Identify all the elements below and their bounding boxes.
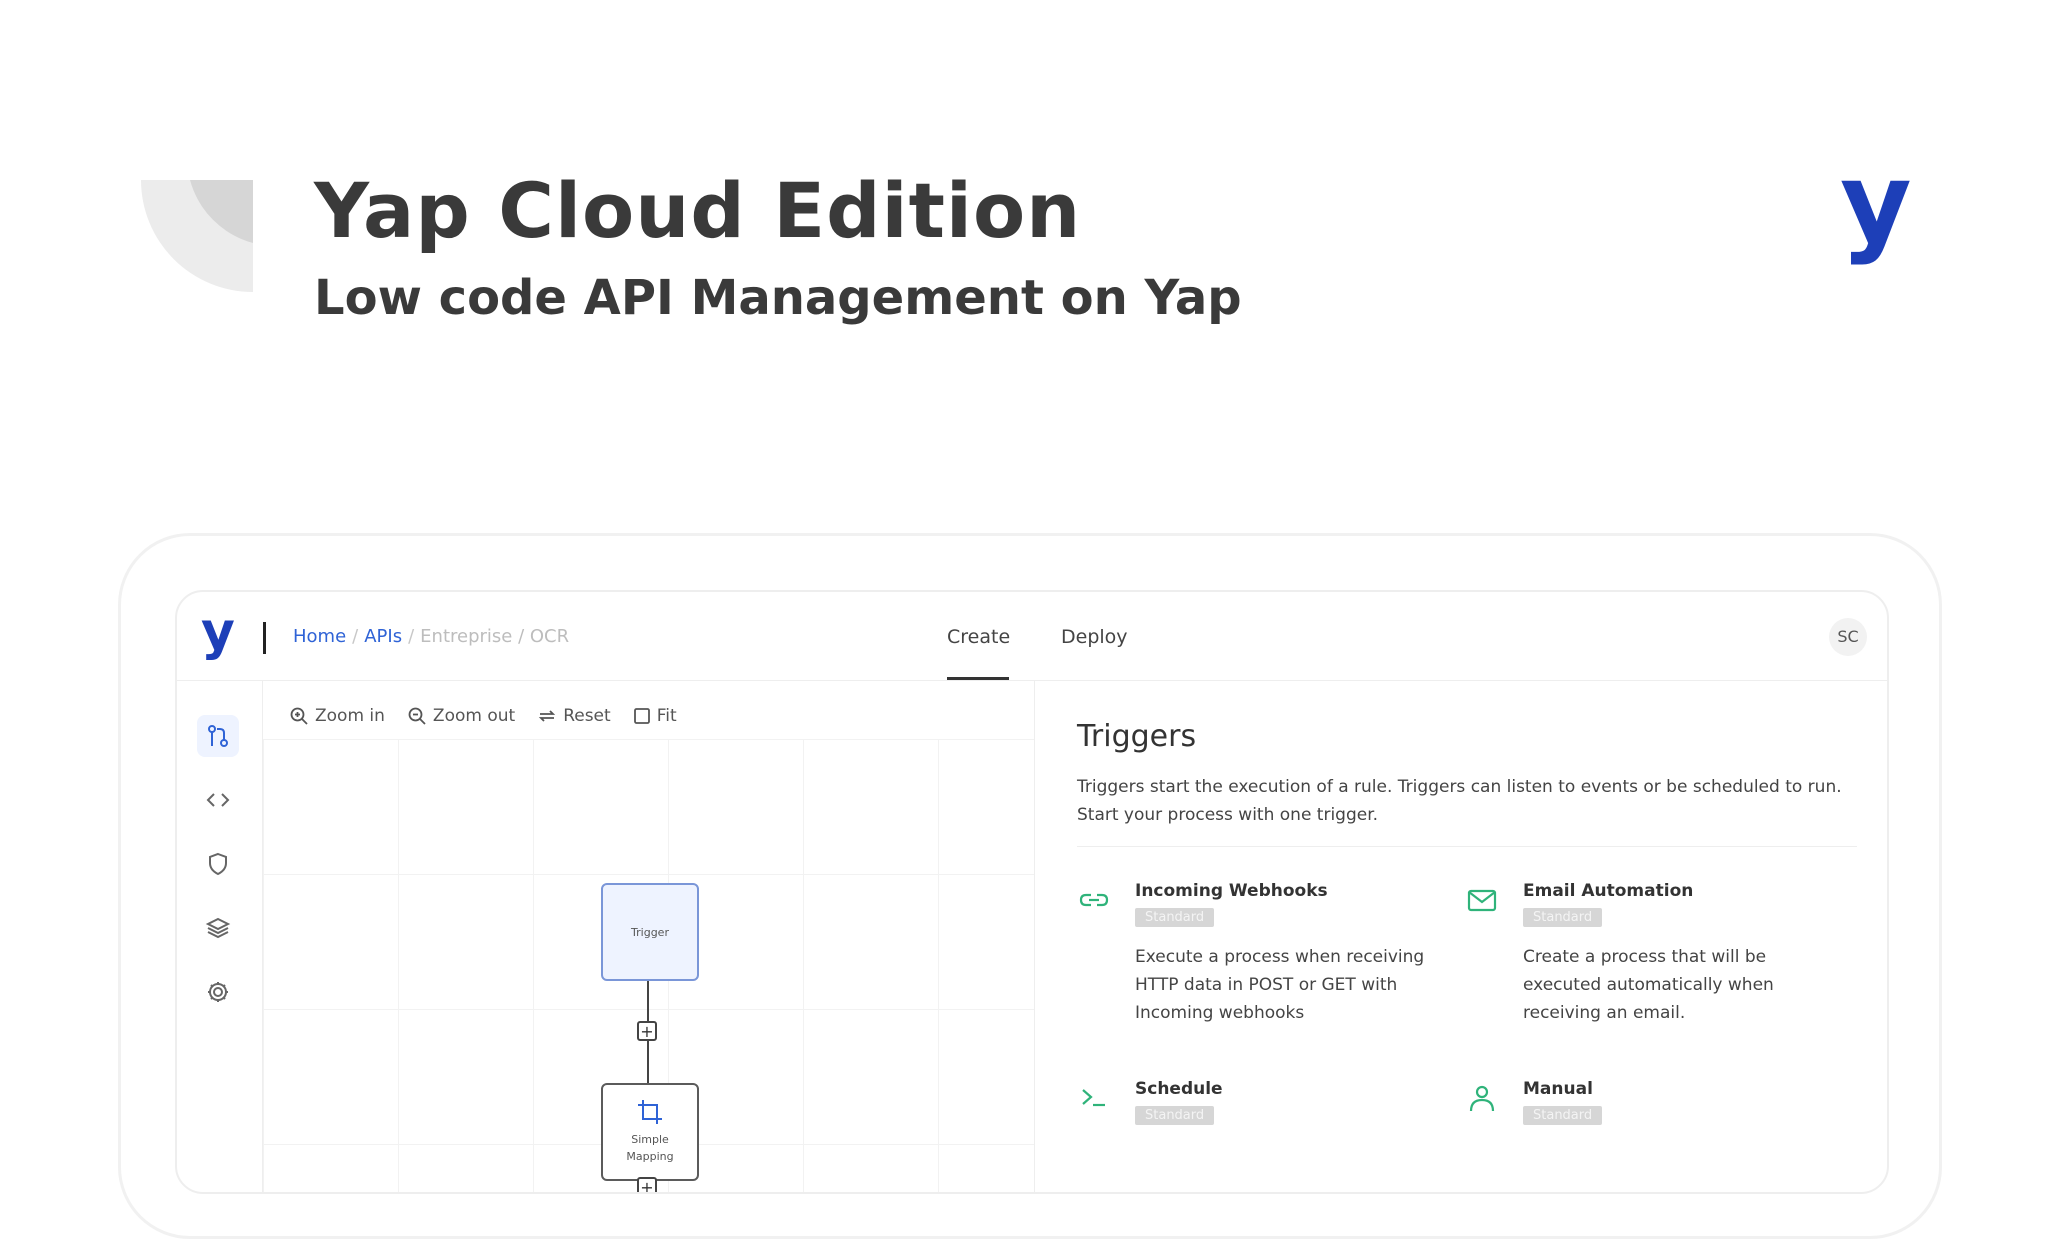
fit-button[interactable]: Fit bbox=[633, 706, 677, 726]
breadcrumb-separator: / bbox=[352, 626, 359, 647]
node-label: Trigger bbox=[631, 926, 669, 939]
tab-deploy[interactable]: Deploy bbox=[1061, 626, 1128, 648]
flow-icon bbox=[208, 725, 228, 747]
zoom-in-button[interactable]: Zoom in bbox=[289, 706, 385, 726]
hero-title: Yap Cloud Edition bbox=[314, 166, 1082, 255]
status-badge: Standard bbox=[1135, 908, 1215, 927]
node-label-line2: Mapping bbox=[626, 1150, 674, 1163]
active-tab-indicator bbox=[947, 677, 1009, 680]
header-divider bbox=[263, 622, 266, 654]
card-description: Create a process that will be executed a… bbox=[1523, 947, 1774, 1023]
breadcrumb: Home / APIs / Entreprise / OCR bbox=[293, 626, 569, 647]
rail-item-flow[interactable] bbox=[197, 715, 239, 757]
canvas-toolbar: Zoom in Zoom out Reset Fit bbox=[289, 701, 677, 731]
decorative-shape bbox=[141, 180, 253, 292]
fit-label: Fit bbox=[656, 706, 677, 726]
gear-icon bbox=[208, 982, 228, 1002]
reset-label: Reset bbox=[563, 706, 611, 726]
rail-item-code[interactable] bbox=[197, 779, 239, 821]
brand-logo: y bbox=[1840, 139, 1912, 267]
divider bbox=[1077, 846, 1857, 847]
shield-icon bbox=[209, 852, 227, 876]
card-description: Execute a process when receiving HTTP da… bbox=[1135, 947, 1425, 1023]
code-icon bbox=[206, 793, 230, 807]
node-label-line1: Simple bbox=[631, 1133, 669, 1146]
app-window: y Home / APIs / Entreprise / OCR Create Depl… bbox=[175, 590, 1889, 1194]
layers-icon bbox=[205, 917, 231, 939]
flow-node-trigger[interactable]: Trigger bbox=[601, 883, 699, 981]
link-icon bbox=[1079, 893, 1109, 907]
user-icon bbox=[1469, 1085, 1495, 1112]
app-logo[interactable]: y bbox=[201, 606, 235, 658]
mail-icon bbox=[1467, 889, 1497, 912]
zoom-in-label: Zoom in bbox=[315, 706, 385, 726]
terminal-icon bbox=[1082, 1089, 1105, 1107]
card-title: Schedule bbox=[1135, 1079, 1223, 1099]
hero-subtitle: Low code API Management on Yap bbox=[314, 270, 1242, 326]
rail-item-security[interactable] bbox=[197, 843, 239, 885]
add-step-button[interactable]: + bbox=[637, 1021, 657, 1041]
card-title: Incoming Webhooks bbox=[1135, 881, 1328, 901]
fit-icon bbox=[633, 708, 650, 724]
zoom-in-icon bbox=[290, 707, 308, 725]
app-header: y Home / APIs / Entreprise / OCR Create Depl… bbox=[177, 592, 1887, 681]
breadcrumb-apis[interactable]: APIs bbox=[364, 626, 402, 647]
add-step-button[interactable]: + bbox=[637, 1177, 657, 1192]
breadcrumb-home[interactable]: Home bbox=[293, 626, 346, 647]
card-title: Email Automation bbox=[1523, 881, 1694, 901]
panel-title: Triggers bbox=[1077, 719, 1197, 754]
side-rail bbox=[177, 681, 263, 1192]
status-badge: Standard bbox=[1523, 1106, 1603, 1125]
avatar[interactable]: SC bbox=[1829, 618, 1867, 656]
status-badge: Standard bbox=[1523, 908, 1603, 927]
breadcrumb-separator: / bbox=[408, 626, 415, 647]
zoom-out-icon bbox=[408, 707, 426, 725]
crop-icon bbox=[638, 1100, 662, 1124]
panel-description: Triggers start the execution of a rule. … bbox=[1077, 777, 1842, 825]
flow-canvas[interactable]: Zoom in Zoom out Reset Fit Trigger + Sim… bbox=[263, 681, 1035, 1192]
status-badge: Standard bbox=[1135, 1106, 1215, 1125]
card-title: Manual bbox=[1523, 1079, 1593, 1099]
flow-node-simple-mapping[interactable]: Simple Mapping bbox=[601, 1083, 699, 1181]
zoom-out-button[interactable]: Zoom out bbox=[407, 706, 515, 726]
breadcrumb-current: Entreprise / OCR bbox=[420, 626, 570, 647]
reset-button[interactable]: Reset bbox=[537, 706, 611, 726]
reset-icon bbox=[539, 710, 556, 722]
zoom-out-label: Zoom out bbox=[432, 706, 516, 726]
triggers-panel: Triggers Triggers start the execution of… bbox=[1035, 681, 1887, 1192]
rail-item-layers[interactable] bbox=[197, 907, 239, 949]
rail-item-settings[interactable] bbox=[197, 971, 239, 1013]
tab-create[interactable]: Create bbox=[947, 626, 1010, 648]
